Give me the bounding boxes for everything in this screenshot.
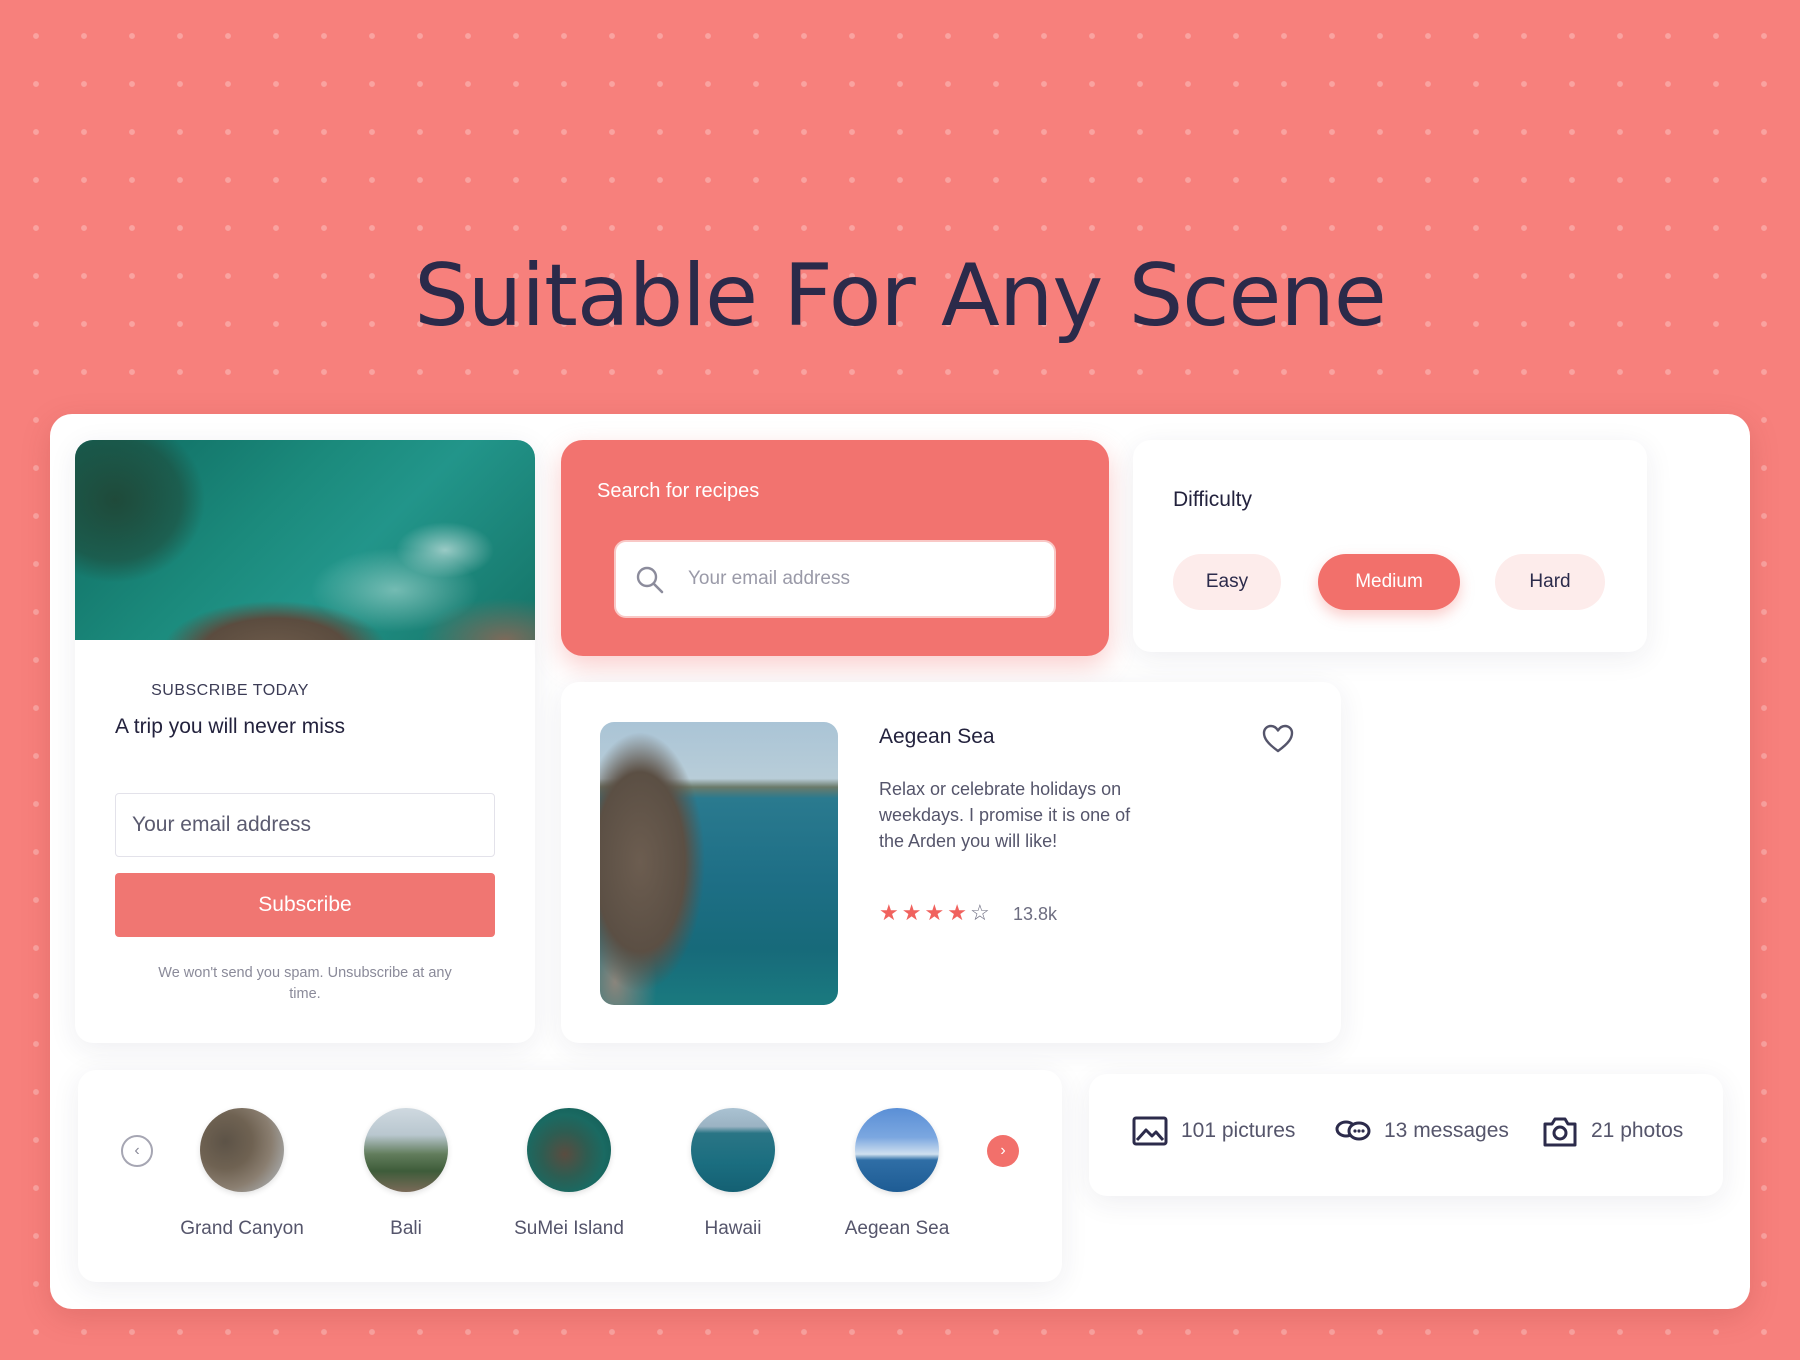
search-icon — [636, 566, 664, 594]
stat-messages[interactable]: 13 messages — [1334, 1112, 1509, 1150]
destination-item[interactable]: Aegean Sea — [817, 1108, 977, 1240]
email-field[interactable] — [115, 793, 495, 857]
rating-stars: ★ ★ ★ ★ ☆ — [879, 902, 990, 924]
ocean-hero-image — [75, 440, 535, 640]
chevron-left-icon[interactable]: ‹ — [121, 1135, 153, 1167]
chevron-right-icon[interactable]: › — [987, 1135, 1019, 1167]
destination-thumbnail — [691, 1108, 775, 1192]
difficulty-title: Difficulty — [1173, 488, 1252, 511]
stats-card: 101 pictures 13 messages 21 photos — [1089, 1074, 1723, 1196]
difficulty-hard-pill[interactable]: Hard — [1495, 554, 1605, 610]
recipe-search-card: Search for recipes — [561, 440, 1109, 656]
destination-item[interactable]: SuMei Island — [489, 1108, 649, 1240]
destination-name: Hawaii — [704, 1218, 762, 1239]
search-input[interactable] — [688, 562, 1028, 596]
coast-photo — [600, 722, 838, 1005]
review-count: 13.8k — [1013, 904, 1058, 924]
destination-item[interactable]: Hawaii — [653, 1108, 813, 1240]
search-label: Search for recipes — [597, 480, 760, 502]
destination-detail-card[interactable]: Aegean Sea Relax or celebrate holidays o… — [561, 682, 1341, 1043]
subscribe-button[interactable]: Subscribe — [115, 873, 495, 937]
stat-label: 13 messages — [1384, 1119, 1509, 1142]
stat-photos[interactable]: 21 photos — [1541, 1112, 1683, 1150]
destination-name: SuMei Island — [514, 1218, 624, 1239]
subscribe-title: A trip you will never miss — [115, 715, 345, 738]
destinations-carousel: ‹ Grand Canyon Bali SuMei Island Hawaii … — [78, 1070, 1062, 1282]
destination-description: Relax or celebrate holidays on weekdays.… — [879, 779, 1131, 851]
destination-thumbnail — [855, 1108, 939, 1192]
image-icon — [1132, 1116, 1168, 1146]
difficulty-easy-pill[interactable]: Easy — [1173, 554, 1281, 610]
stat-label: 101 pictures — [1181, 1119, 1296, 1142]
chat-icon — [1335, 1120, 1371, 1141]
star-filled-icon: ★ — [879, 900, 899, 925]
stat-pictures[interactable]: 101 pictures — [1131, 1112, 1295, 1150]
star-filled-icon: ★ — [924, 900, 945, 925]
destination-name: Grand Canyon — [180, 1218, 304, 1239]
star-empty-icon: ☆ — [969, 900, 990, 925]
difficulty-card: Difficulty Easy Medium Hard — [1133, 440, 1647, 652]
star-filled-icon: ★ — [901, 900, 922, 925]
destination-thumbnail — [527, 1108, 611, 1192]
subscribe-note: We won't send you spam. Unsubscribe at a… — [158, 965, 452, 1002]
stat-label: 21 photos — [1591, 1119, 1684, 1142]
difficulty-medium-pill[interactable]: Medium — [1318, 554, 1460, 610]
destination-thumbnail — [200, 1108, 284, 1192]
destination-thumbnail — [364, 1108, 448, 1192]
subscribe-card — [75, 440, 535, 1043]
destination-title: Aegean Sea — [879, 725, 995, 748]
destination-item[interactable]: Bali — [326, 1108, 486, 1240]
heart-icon[interactable] — [1261, 722, 1295, 756]
destination-name: Bali — [390, 1218, 422, 1239]
destination-item[interactable]: Grand Canyon — [162, 1108, 322, 1240]
page-headline: Suitable For Any Scene — [414, 246, 1387, 346]
destination-name: Aegean Sea — [844, 1218, 950, 1239]
star-filled-icon: ★ — [947, 900, 967, 925]
subscribe-eyebrow: SUBSCRIBE TODAY — [151, 682, 309, 699]
search-box[interactable] — [614, 540, 1056, 618]
camera-icon — [1543, 1117, 1577, 1147]
